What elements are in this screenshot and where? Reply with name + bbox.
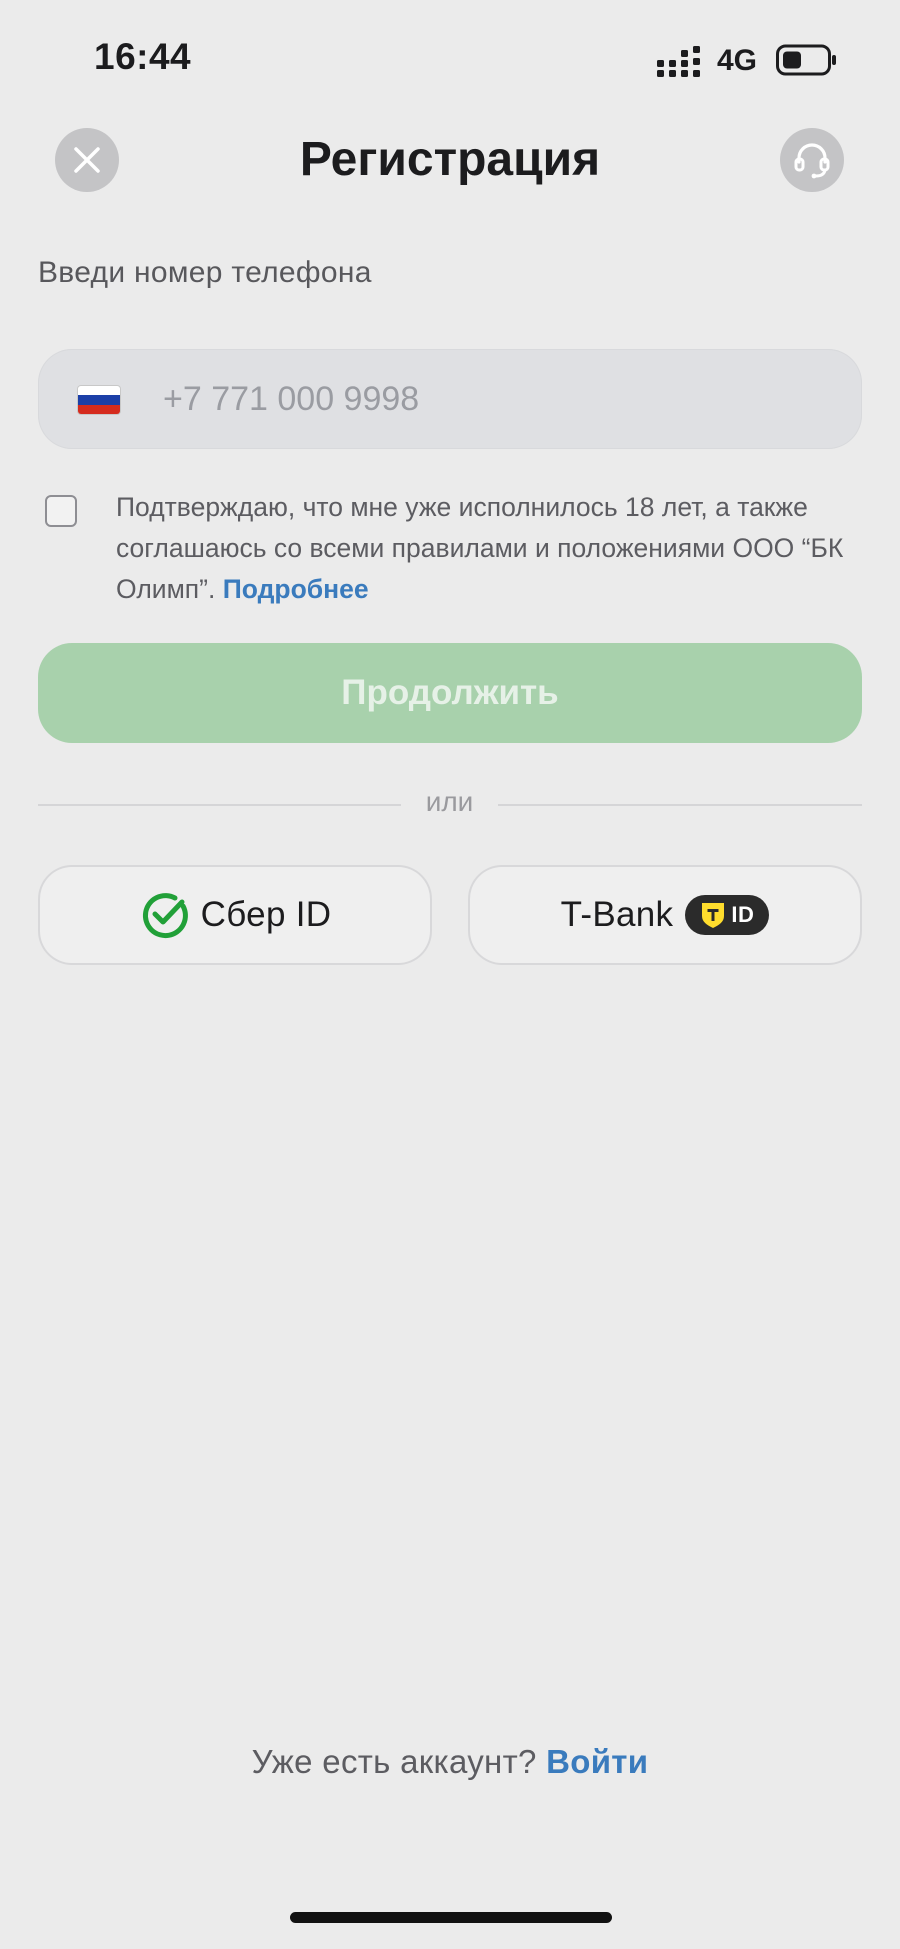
sber-id-button[interactable]: Сбер ID bbox=[38, 865, 432, 965]
divider-label: или bbox=[425, 786, 474, 817]
divider-line-left bbox=[38, 804, 401, 806]
continue-button[interactable]: Продолжить bbox=[38, 643, 862, 743]
phone-field[interactable] bbox=[38, 349, 862, 449]
consent-text-block: Подтверждаю, что мне уже исполнилось 18 … bbox=[116, 487, 876, 610]
login-prompt-text: Уже есть аккаунт? bbox=[251, 1743, 537, 1780]
sber-id-label: Сбер ID bbox=[200, 895, 332, 934]
header: Регистрация bbox=[0, 120, 900, 200]
tbank-label: T-Bank bbox=[560, 895, 674, 934]
divider-line-right bbox=[498, 804, 862, 806]
headset-support-icon bbox=[794, 143, 830, 179]
status-bar: 16:44 4G bbox=[0, 0, 900, 120]
support-button[interactable] bbox=[780, 128, 844, 192]
phone-input[interactable] bbox=[163, 349, 823, 449]
tbank-shield-icon bbox=[702, 903, 725, 928]
tbank-id-button[interactable]: T-Bank ID bbox=[468, 865, 862, 965]
phone-label: Введи номер телефона bbox=[38, 256, 372, 289]
home-indicator bbox=[290, 1912, 612, 1923]
login-prompt: Уже есть аккаунт? Войти bbox=[0, 1743, 900, 1781]
close-button[interactable] bbox=[55, 128, 119, 192]
consent-details-link[interactable]: Подробнее bbox=[223, 574, 369, 604]
tbank-id-badge: ID bbox=[685, 895, 770, 935]
network-label: 4G bbox=[717, 44, 758, 77]
close-icon bbox=[74, 147, 100, 173]
tbank-badge-text: ID bbox=[731, 902, 755, 927]
status-time: 16:44 bbox=[94, 36, 192, 77]
battery-icon bbox=[776, 44, 836, 76]
page-title: Регистрация bbox=[299, 133, 601, 186]
consent-checkbox[interactable] bbox=[45, 495, 77, 527]
sber-check-icon bbox=[142, 893, 188, 939]
login-link[interactable]: Войти bbox=[546, 1743, 648, 1780]
russia-flag-icon[interactable] bbox=[78, 386, 120, 414]
signal-icon bbox=[657, 46, 700, 77]
